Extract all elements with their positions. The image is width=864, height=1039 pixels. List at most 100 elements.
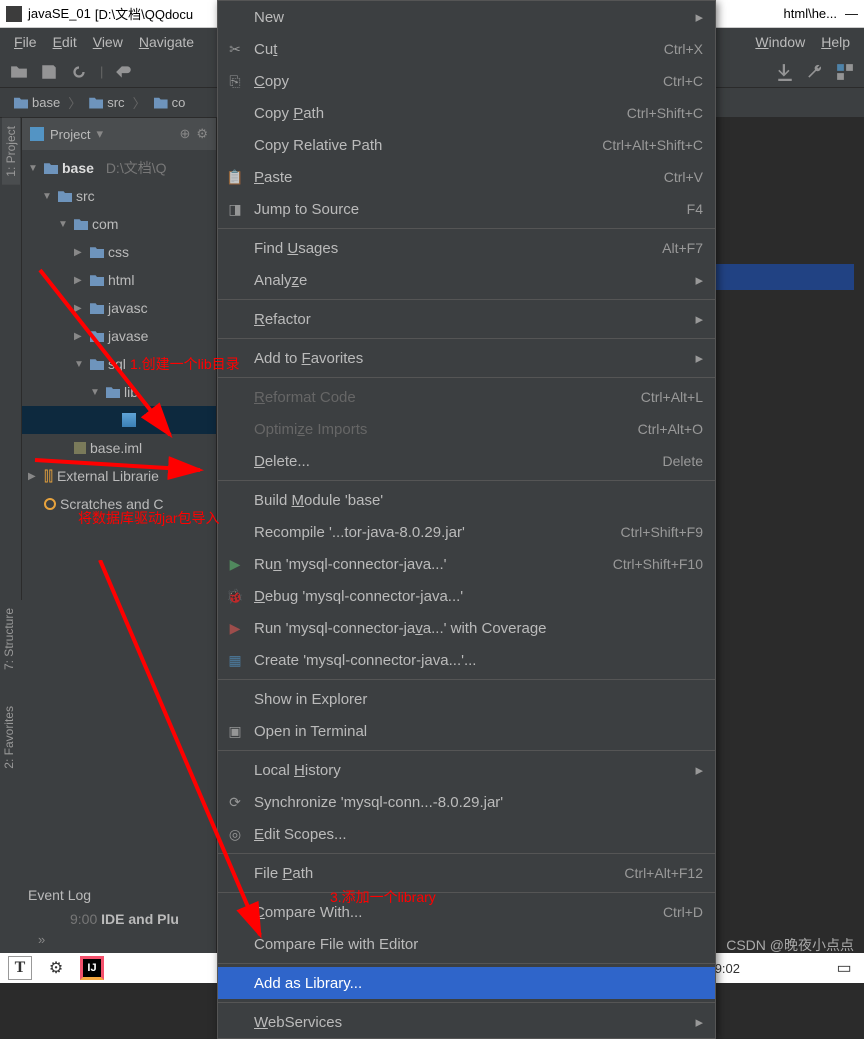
save-icon[interactable] [40,63,58,81]
tab-structure[interactable]: 7: Structure [0,600,18,678]
menu-item-create-mysql-connector-java[interactable]: ▦Create 'mysql-connector-java...'... [218,644,715,676]
wrench-icon[interactable] [806,63,824,81]
event-log-title: Event Log [28,887,91,903]
refresh-icon[interactable] [70,63,88,81]
structure-icon[interactable] [836,63,854,81]
menu-item-label: Copy Path [254,105,617,122]
menu-shortcut: Ctrl+D [663,904,703,920]
menu-item-label: Edit Scopes... [254,826,703,843]
tree-jar-selected[interactable] [22,406,216,434]
menu-shortcut: Ctrl+Shift+C [627,105,703,121]
undo-icon[interactable] [115,63,133,81]
jar-icon [122,413,136,427]
menu-item-add-as-library[interactable]: Add as Library... [218,967,715,999]
menu-item-label: Add as Library... [254,975,703,992]
menu-navigate[interactable]: Navigate [131,34,202,50]
menu-edit[interactable]: Edit [45,34,85,50]
menu-item-open-in-terminal[interactable]: ▣Open in Terminal [218,715,715,747]
menu-item-icon: ✂ [226,40,244,58]
menu-item-reformat-code: Reformat CodeCtrl+Alt+L [218,381,715,413]
tree-external-libraries[interactable]: ▶⫿⫿External Librarie [22,462,216,490]
menu-separator [218,750,715,751]
menu-shortcut: Ctrl+V [664,169,703,185]
menu-window[interactable]: Window [747,34,813,50]
collapse-icon[interactable]: ⊕ [179,126,190,142]
menu-item-paste[interactable]: 📋PasteCtrl+V [218,161,715,193]
menu-item-compare-file-with-editor[interactable]: Compare File with Editor [218,928,715,960]
menu-item-icon [226,761,244,779]
tab-favorites[interactable]: 2: Favorites [0,698,18,777]
menu-item-label: Synchronize 'mysql-conn...-8.0.29.jar' [254,794,703,811]
menu-item-find-usages[interactable]: Find UsagesAlt+F7 [218,232,715,264]
tree-lib[interactable]: ▼lib [22,378,216,406]
project-tree: ▼base D:\文档\Q ▼src ▼com ▶css ▶html ▶java… [22,150,216,953]
minimize-icon[interactable]: — [845,6,858,21]
sb-text-icon[interactable]: T [8,956,32,980]
sb-gear-icon[interactable]: ⚙ [44,956,68,980]
menu-item-compare-with[interactable]: Compare With...Ctrl+D [218,896,715,928]
menu-item-label: Reformat Code [254,389,631,406]
menu-shortcut: Ctrl+Alt+Shift+C [602,137,703,153]
tree-javasc[interactable]: ▶javasc [22,294,216,322]
submenu-arrow-icon: ▸ [695,1013,703,1031]
menu-separator [218,853,715,854]
bc-src[interactable]: src [83,95,130,110]
menu-item-label: Cut [254,41,654,58]
menu-item-add-to-favorites[interactable]: Add to Favorites▸ [218,342,715,374]
settings-icon[interactable]: ⚙ [196,126,208,142]
menu-item-icon: ⟳ [226,793,244,811]
tree-base-iml[interactable]: base.iml [22,434,216,462]
menu-item-debug-mysql-connector-java[interactable]: 🐞Debug 'mysql-connector-java...' [218,580,715,612]
tree-javase[interactable]: ▶javase [22,322,216,350]
menu-file[interactable]: File [6,34,45,50]
menu-item-webservices[interactable]: WebServices▸ [218,1006,715,1038]
download-icon[interactable] [776,63,794,81]
tree-sql[interactable]: ▼sql [22,350,216,378]
tree-com[interactable]: ▼com [22,210,216,238]
tree-src[interactable]: ▼src [22,182,216,210]
context-menu: New▸✂CutCtrl+X⎘CopyCtrl+CCopy PathCtrl+S… [217,0,716,1039]
menu-item-edit-scopes[interactable]: ◎ Edit Scopes... [218,818,715,850]
menu-separator [218,1002,715,1003]
tree-scratches[interactable]: Scratches and C [22,490,216,518]
menu-item-run-mysql-connector-java-with-coverage[interactable]: ▶Run 'mysql-connector-java...' with Cove… [218,612,715,644]
menu-item-delete[interactable]: Delete...Delete [218,445,715,477]
menu-item-icon [226,864,244,882]
menu-item-copy-relative-path[interactable]: Copy Relative PathCtrl+Alt+Shift+C [218,129,715,161]
tree-base[interactable]: ▼base D:\文档\Q [22,154,216,182]
menu-item-show-in-explorer[interactable]: Show in Explorer [218,683,715,715]
menu-view[interactable]: View [85,34,131,50]
bc-base[interactable]: base [8,95,66,110]
menu-item-local-history[interactable]: Local History▸ [218,754,715,786]
menu-item-icon: ◎ [226,825,244,843]
chevrons-icon[interactable]: » [38,932,45,947]
folder-icon [89,97,103,109]
menu-item-file-path[interactable]: File PathCtrl+Alt+F12 [218,857,715,889]
sb-notify-icon[interactable]: ▭ [832,956,856,980]
menu-item-cut[interactable]: ✂CutCtrl+X [218,33,715,65]
watermark: CSDN @晚夜小点点 [726,935,854,955]
tree-html[interactable]: ▶html [22,266,216,294]
menu-item-run-mysql-connector-java[interactable]: ▶Run 'mysql-connector-java...'Ctrl+Shift… [218,548,715,580]
menu-help[interactable]: Help [813,34,858,50]
sb-ij-icon[interactable]: IJ [80,956,104,980]
menu-item-recompile-tor-java-8-0-29-jar[interactable]: Recompile '...tor-java-8.0.29.jar'Ctrl+S… [218,516,715,548]
menu-item-refactor[interactable]: Refactor▸ [218,303,715,335]
status-time: 9:02 [715,961,740,976]
menu-item-label: Run 'mysql-connector-java...' [254,556,603,573]
menu-item-build-module-base[interactable]: Build Module 'base' [218,484,715,516]
bc-co[interactable]: co [148,95,192,110]
panel-header: Project▾ ⊕ ⚙ [22,118,216,150]
menu-item-new[interactable]: New▸ [218,1,715,33]
menu-item-copy[interactable]: ⎘CopyCtrl+C [218,65,715,97]
menu-item-icon: ⎘ [226,72,244,90]
tree-css[interactable]: ▶css [22,238,216,266]
menu-item-label: Create 'mysql-connector-java...'... [254,652,703,669]
menu-item-copy-path[interactable]: Copy Path Ctrl+Shift+C [218,97,715,129]
open-icon[interactable] [10,63,28,81]
menu-item-icon [226,935,244,953]
menu-item-jump-to-source[interactable]: ◨Jump to SourceF4 [218,193,715,225]
tab-project[interactable]: 1: Project [2,118,20,185]
menu-item-analyze[interactable]: Analyze▸ [218,264,715,296]
menu-item-synchronize-mysql-conn-8-0-29-jar[interactable]: ⟳ Synchronize 'mysql-conn...-8.0.29.jar' [218,786,715,818]
